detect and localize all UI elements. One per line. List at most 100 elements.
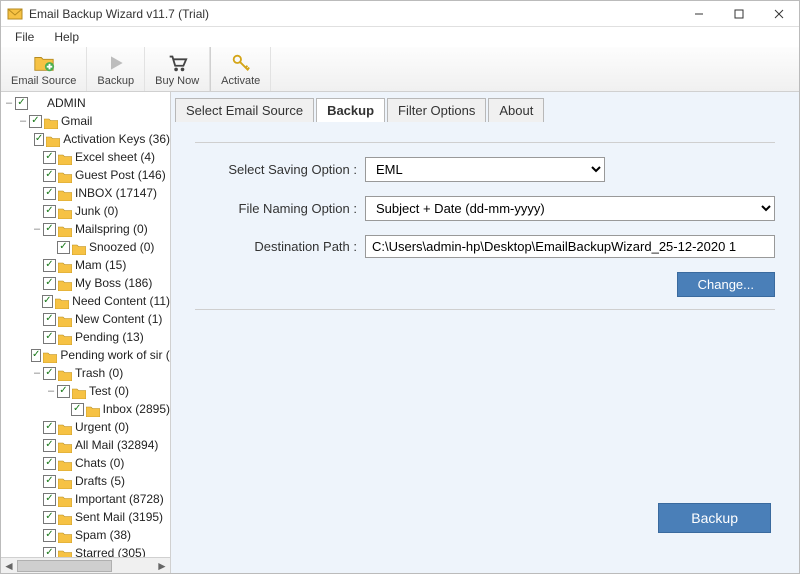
- toolbar-email-source[interactable]: Email Source: [1, 47, 87, 91]
- tree-checkbox[interactable]: [43, 529, 56, 542]
- tree-twisty-icon[interactable]: –: [31, 364, 43, 382]
- tree-item[interactable]: Mam (15): [3, 256, 170, 274]
- change-button[interactable]: Change...: [677, 272, 775, 297]
- saving-option-select[interactable]: EML: [365, 157, 605, 182]
- toolbar-buy-now[interactable]: Buy Now: [145, 47, 210, 91]
- tree-item[interactable]: My Boss (186): [3, 274, 170, 292]
- tree-checkbox[interactable]: [43, 313, 56, 326]
- tree-twisty-icon[interactable]: –: [17, 112, 29, 130]
- tree-checkbox[interactable]: [34, 133, 44, 146]
- tree-checkbox[interactable]: [43, 205, 56, 218]
- tree-checkbox[interactable]: [15, 97, 28, 110]
- tree-checkbox[interactable]: [43, 187, 56, 200]
- tree-checkbox[interactable]: [71, 403, 84, 416]
- menu-help[interactable]: Help: [44, 28, 89, 46]
- tree-item[interactable]: Starred (305): [3, 544, 170, 557]
- tree-item[interactable]: Inbox (2895): [3, 400, 170, 418]
- tree-checkbox[interactable]: [43, 439, 56, 452]
- tree-twisty-icon[interactable]: –: [31, 220, 43, 238]
- folder-icon: [58, 152, 72, 163]
- saving-option-label: Select Saving Option :: [195, 162, 365, 177]
- folder-icon: [43, 350, 57, 361]
- tree-item[interactable]: –Gmail: [3, 112, 170, 130]
- scroll-thumb[interactable]: [17, 560, 112, 572]
- tree-item[interactable]: –Test (0): [3, 382, 170, 400]
- horizontal-scrollbar[interactable]: ◄ ►: [1, 557, 170, 573]
- divider: [195, 142, 775, 143]
- tree-checkbox[interactable]: [43, 331, 56, 344]
- destination-path-input[interactable]: [365, 235, 775, 258]
- tree-twisty-icon[interactable]: –: [45, 382, 57, 400]
- minimize-button[interactable]: [679, 1, 719, 27]
- tree-item[interactable]: Important (8728): [3, 490, 170, 508]
- tree-checkbox[interactable]: [43, 259, 56, 272]
- maximize-button[interactable]: [719, 1, 759, 27]
- tree-checkbox[interactable]: [43, 223, 56, 236]
- tree-item[interactable]: Need Content (11): [3, 292, 170, 310]
- tree-checkbox[interactable]: [43, 475, 56, 488]
- tab-filter-options[interactable]: Filter Options: [387, 98, 486, 122]
- file-naming-select[interactable]: Subject + Date (dd-mm-yyyy): [365, 196, 775, 221]
- tree-item[interactable]: Sent Mail (3195): [3, 508, 170, 526]
- tree-item[interactable]: –Trash (0): [3, 364, 170, 382]
- tree-checkbox[interactable]: [43, 151, 56, 164]
- tree-checkbox[interactable]: [43, 511, 56, 524]
- tree-checkbox[interactable]: [43, 421, 56, 434]
- toolbar-activate[interactable]: Activate: [210, 47, 271, 91]
- tree-checkbox[interactable]: [42, 295, 54, 308]
- tree-item[interactable]: –ADMIN: [3, 94, 170, 112]
- tree-item[interactable]: Junk (0): [3, 202, 170, 220]
- scroll-left-icon[interactable]: ◄: [1, 559, 17, 573]
- folder-icon: [58, 224, 72, 235]
- tree-item[interactable]: Pending (13): [3, 328, 170, 346]
- tree-item-label: Drafts (5): [75, 472, 125, 490]
- tab-bar: Select Email Source Backup Filter Option…: [171, 92, 799, 122]
- tree-item[interactable]: Snoozed (0): [3, 238, 170, 256]
- toolbar-backup[interactable]: Backup: [87, 47, 145, 91]
- tree-item[interactable]: Urgent (0): [3, 418, 170, 436]
- tree-item[interactable]: Drafts (5): [3, 472, 170, 490]
- app-icon: [7, 6, 23, 22]
- tree-checkbox[interactable]: [29, 115, 42, 128]
- folder-icon: [58, 188, 72, 199]
- menu-file[interactable]: File: [5, 28, 44, 46]
- tree-checkbox[interactable]: [43, 547, 56, 558]
- tree-item[interactable]: Spam (38): [3, 526, 170, 544]
- tree-item-label: Mam (15): [75, 256, 126, 274]
- tree-checkbox[interactable]: [31, 349, 41, 362]
- tree-item[interactable]: INBOX (17147): [3, 184, 170, 202]
- folder-icon: [58, 368, 72, 379]
- tree-item-label: Inbox (2895): [103, 400, 170, 418]
- tree-item[interactable]: All Mail (32894): [3, 436, 170, 454]
- tree-item-label: Activation Keys (36): [63, 130, 170, 148]
- close-button[interactable]: [759, 1, 799, 27]
- folder-tree[interactable]: –ADMIN–GmailActivation Keys (36)Excel sh…: [1, 92, 170, 557]
- scroll-right-icon[interactable]: ►: [154, 559, 170, 573]
- tab-backup[interactable]: Backup: [316, 98, 385, 122]
- tree-item[interactable]: New Content (1): [3, 310, 170, 328]
- tree-checkbox[interactable]: [57, 385, 70, 398]
- tree-item[interactable]: Pending work of sir (2: [3, 346, 170, 364]
- tree-checkbox[interactable]: [57, 241, 70, 254]
- folder-icon: [58, 476, 72, 487]
- tab-select-email-source[interactable]: Select Email Source: [175, 98, 314, 122]
- tree-checkbox[interactable]: [43, 169, 56, 182]
- folder-icon: [58, 170, 72, 181]
- tree-checkbox[interactable]: [43, 493, 56, 506]
- folder-icon: [58, 512, 72, 523]
- tree-twisty-icon[interactable]: –: [3, 94, 15, 112]
- tree-item[interactable]: Chats (0): [3, 454, 170, 472]
- backup-button[interactable]: Backup: [658, 503, 771, 533]
- tree-item[interactable]: Guest Post (146): [3, 166, 170, 184]
- tree-item[interactable]: –Mailspring (0): [3, 220, 170, 238]
- tree-checkbox[interactable]: [43, 277, 56, 290]
- folder-icon: [30, 98, 44, 109]
- tree-item[interactable]: Activation Keys (36): [3, 130, 170, 148]
- tree-checkbox[interactable]: [43, 367, 56, 380]
- folder-icon: [72, 386, 86, 397]
- tab-about[interactable]: About: [488, 98, 544, 122]
- folder-tree-panel: –ADMIN–GmailActivation Keys (36)Excel sh…: [1, 92, 171, 573]
- tree-item[interactable]: Excel sheet (4): [3, 148, 170, 166]
- folder-icon: [58, 332, 72, 343]
- tree-checkbox[interactable]: [43, 457, 56, 470]
